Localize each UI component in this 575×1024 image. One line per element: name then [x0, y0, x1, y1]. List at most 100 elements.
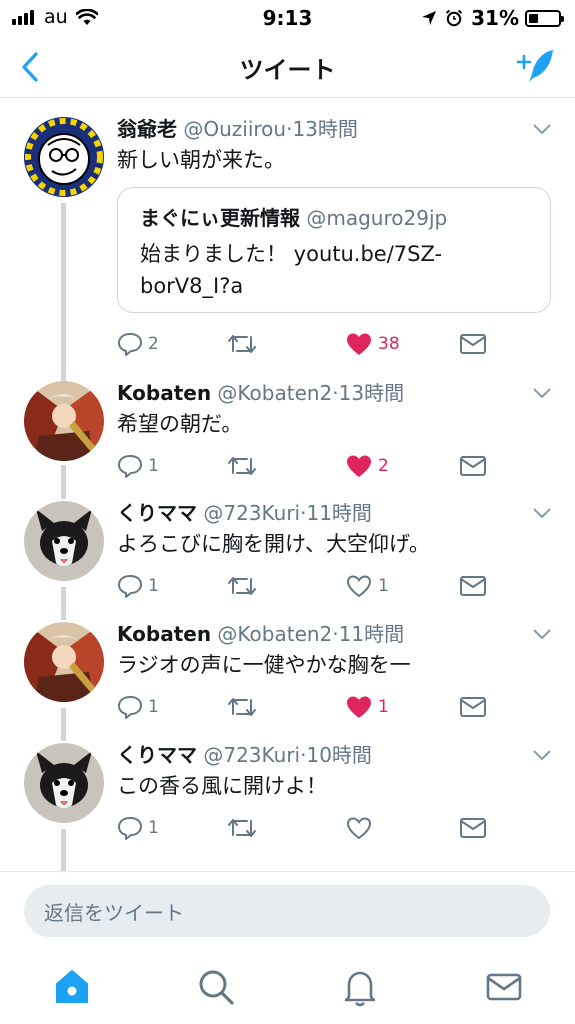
avatar[interactable] — [24, 501, 104, 581]
dog-figure-avatar-image — [24, 743, 104, 823]
tweet-content: Kobaten @Kobaten2·11時間 ラジオの声に一健やかな胸を一 — [117, 620, 553, 680]
anime-art-avatar-image — [24, 381, 104, 461]
dm-button[interactable] — [459, 692, 487, 722]
dm-button[interactable] — [459, 451, 487, 481]
reply-icon — [118, 333, 142, 356]
avatar[interactable] — [24, 117, 104, 197]
search-icon[interactable] — [196, 967, 236, 1007]
thread-connector — [61, 203, 66, 379]
tweet[interactable]: くりママ @723Kuri·10時間 この香る風に開けよ！ 1 — [0, 741, 575, 871]
like-button[interactable]: 1 — [345, 692, 389, 722]
chevron-down-icon[interactable] — [531, 385, 553, 401]
home-icon[interactable] — [52, 967, 92, 1007]
reply-button[interactable]: 2 — [117, 329, 159, 359]
timestamp[interactable]: 11時間 — [306, 501, 371, 525]
handle[interactable]: @Ouziirou — [183, 117, 286, 141]
retweet-icon — [228, 457, 256, 475]
tweet-content: 翁爺老 @Ouziirou·13時間 新しい朝が来た。 — [117, 115, 553, 175]
display-name[interactable]: Kobaten — [117, 381, 211, 405]
heart-filled-icon — [347, 455, 371, 477]
retweet-button[interactable] — [227, 813, 262, 843]
tweet[interactable]: Kobaten @Kobaten2·13時間 希望の朝だ。 1 2 — [0, 379, 575, 499]
nav-bar: ツイート — [0, 36, 575, 98]
like-count: 1 — [378, 697, 389, 717]
messages-icon[interactable] — [484, 967, 524, 1007]
handle[interactable]: @Kobaten2 — [217, 381, 332, 405]
reply-input[interactable]: 返信をツイート — [24, 885, 550, 937]
quoted-tweet-text: 始まりました！ youtu.be/7SZ- borV8_I?a — [140, 238, 528, 302]
reply-button[interactable]: 1 — [117, 571, 159, 601]
handle[interactable]: @Kobaten2 — [217, 622, 332, 646]
compose-tweet-icon[interactable] — [515, 48, 557, 86]
status-bar: au 9:13 31% — [0, 0, 575, 36]
heart-filled-icon — [347, 696, 371, 718]
reply-button[interactable]: 1 — [117, 451, 159, 481]
chevron-down-icon[interactable] — [531, 747, 553, 763]
tab-bar — [0, 951, 575, 1024]
tweet-content: くりママ @723Kuri·10時間 この香る風に開けよ！ — [117, 741, 553, 801]
tweet-content: くりママ @723Kuri·11時間 よろこびに胸を開け、大空仰げ。 — [117, 499, 553, 559]
display-name[interactable]: くりママ — [117, 501, 197, 525]
chevron-down-icon[interactable] — [531, 121, 553, 137]
timestamp[interactable]: 10時間 — [306, 743, 371, 767]
quoted-handle: @maguro29jp — [306, 206, 448, 230]
location-icon — [422, 11, 437, 25]
dm-button[interactable] — [459, 329, 487, 359]
avatar[interactable] — [24, 622, 104, 702]
tweet-header: 翁爺老 @Ouziirou·13時間 — [117, 117, 358, 141]
tweet[interactable]: Kobaten @Kobaten2·11時間 ラジオの声に一健やかな胸を一 1 … — [0, 620, 575, 741]
chevron-down-icon[interactable] — [531, 626, 553, 642]
reply-icon — [118, 455, 142, 478]
timestamp[interactable]: 13時間 — [292, 117, 357, 141]
reply-count: 1 — [148, 576, 159, 596]
display-name[interactable]: くりママ — [117, 743, 197, 767]
like-button[interactable] — [345, 813, 378, 843]
timestamp[interactable]: 11時間 — [339, 622, 404, 646]
retweet-button[interactable] — [227, 329, 262, 359]
retweet-button[interactable] — [227, 451, 262, 481]
reply-icon — [118, 696, 142, 719]
dm-button[interactable] — [459, 571, 487, 601]
quoted-tweet[interactable]: まぐにぃ更新情報 @maguro29jp 始まりました！ youtu.be/7S… — [117, 187, 551, 313]
thread-connector — [61, 465, 66, 499]
tweet-text: 新しい朝が来た。 — [117, 148, 285, 172]
like-button[interactable]: 38 — [345, 329, 400, 359]
display-name[interactable]: Kobaten — [117, 622, 211, 646]
tweet-header: Kobaten @Kobaten2·13時間 — [117, 381, 405, 405]
envelope-icon — [460, 576, 486, 596]
tweet[interactable]: くりママ @723Kuri·11時間 よろこびに胸を開け、大空仰げ。 1 1 — [0, 499, 575, 620]
handle[interactable]: @723Kuri — [203, 501, 300, 525]
envelope-icon — [460, 818, 486, 838]
retweet-button[interactable] — [227, 692, 262, 722]
like-button[interactable]: 2 — [345, 451, 389, 481]
dm-button[interactable] — [459, 813, 487, 843]
avatar[interactable] — [24, 381, 104, 461]
thread-connector — [61, 587, 66, 620]
avatar[interactable] — [24, 743, 104, 823]
reply-count: 1 — [148, 456, 159, 476]
envelope-icon — [460, 697, 486, 717]
quoted-tweet-header: まぐにぃ更新情報 @maguro29jp — [140, 202, 528, 234]
alarm-icon — [445, 9, 463, 27]
like-count: 38 — [378, 334, 400, 354]
tweet-text: よろこびに胸を開け、大空仰げ。 — [117, 532, 430, 556]
reply-count: 1 — [148, 818, 159, 838]
tweet-actions: 2 38 — [117, 329, 497, 359]
handle[interactable]: @723Kuri — [203, 743, 300, 767]
reply-count: 2 — [148, 334, 159, 354]
retweet-button[interactable] — [227, 571, 262, 601]
reply-button[interactable]: 1 — [117, 813, 159, 843]
tweet-actions: 1 1 — [117, 571, 497, 601]
like-button[interactable]: 1 — [345, 571, 389, 601]
timestamp[interactable]: 13時間 — [339, 381, 404, 405]
notifications-icon[interactable] — [340, 967, 380, 1007]
like-count: 1 — [378, 576, 389, 596]
envelope-icon — [460, 456, 486, 476]
chevron-down-icon[interactable] — [531, 505, 553, 521]
reply-button[interactable]: 1 — [117, 692, 159, 722]
quoted-text-line: borV8_I?a — [140, 274, 244, 298]
display-name[interactable]: 翁爺老 — [117, 117, 177, 141]
battery-percent: 31% — [471, 6, 519, 30]
tweet[interactable]: 翁爺老 @Ouziirou·13時間 新しい朝が来た。 まぐにぃ更新情報 @ma… — [0, 99, 575, 379]
quoted-text-line: 始まりました！ youtu.be/7SZ- — [140, 242, 443, 266]
